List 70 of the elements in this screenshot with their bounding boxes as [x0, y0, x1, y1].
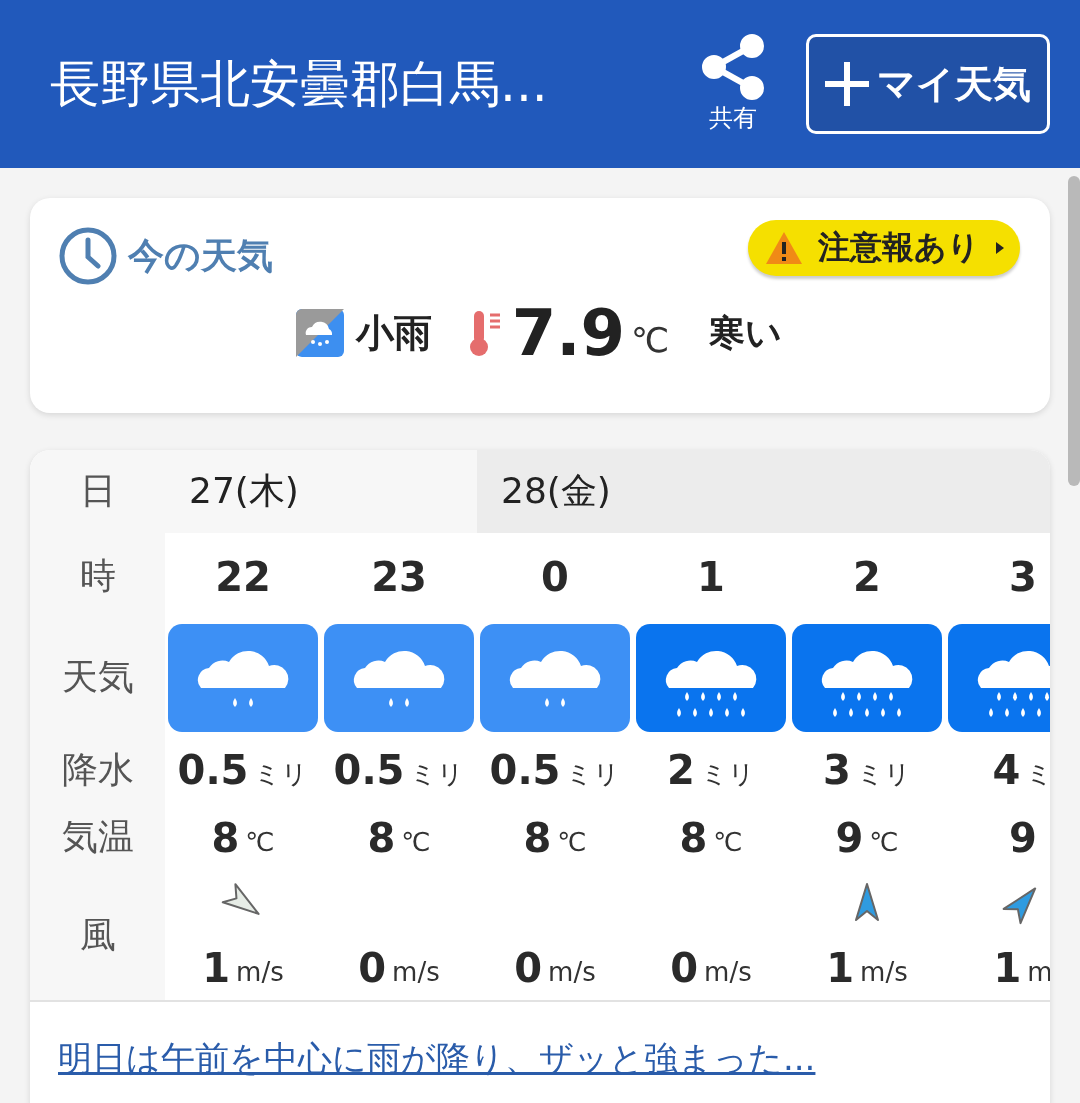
precipitation-unit: ミリ — [254, 757, 309, 791]
precipitation-unit: ミリ — [700, 757, 755, 791]
advisory-button[interactable]: 注意報あり — [748, 220, 1020, 276]
add-my-weather-button[interactable]: マイ天気 — [806, 34, 1050, 134]
rain-cloud-icon — [792, 623, 942, 732]
scrollbar[interactable] — [1068, 176, 1080, 486]
hour-label: 0 — [541, 553, 569, 600]
wind-speed-unit: m/s — [704, 956, 752, 987]
row-label: 風 — [79, 912, 116, 957]
feeling-text: 寒い — [709, 310, 783, 355]
clock-icon — [58, 226, 118, 286]
precipitation-unit: ミリ — [856, 757, 911, 791]
temperature-value: 9 — [835, 814, 864, 861]
wind-speed-value: 0 — [670, 944, 699, 991]
caret-icon — [994, 240, 1006, 256]
wind-speed-value: 0 — [358, 944, 387, 991]
hour-label: 22 — [215, 553, 271, 600]
rain-cloud-icon — [636, 623, 786, 732]
row-label: 降水 — [61, 747, 134, 792]
date-label: 27(木) — [189, 469, 299, 513]
precipitation-value: 0.5 — [333, 747, 405, 793]
date-label: 28(金) — [501, 469, 611, 513]
temperature-unit: ℃ — [713, 826, 743, 857]
temperature-value: 8 — [679, 814, 708, 861]
rain-cloud-icon — [168, 623, 318, 732]
temperature-value: 8 — [211, 814, 240, 861]
temperature-value: 8 — [523, 814, 552, 861]
row-label: 天気 — [61, 655, 134, 699]
temperature-unit: ℃ — [401, 826, 431, 857]
precipitation-value: 0.5 — [489, 747, 561, 793]
wind-speed-unit: m — [1027, 956, 1050, 987]
temperature-value: 7.9 — [511, 296, 626, 370]
wind-speed-value: 1 — [826, 944, 855, 991]
location-title: 長野県北安曇郡白馬... — [50, 53, 549, 115]
warning-icon — [764, 230, 804, 266]
wind-speed-unit: m/s — [236, 956, 284, 987]
temperature-unit: ℃ — [557, 826, 587, 857]
forecast-summary-link[interactable]: 明日は午前を中心に雨が降り、ザッと強まった... — [58, 1038, 816, 1078]
precipitation-value: 4 — [992, 747, 1021, 793]
precipitation-unit: ミ — [1026, 757, 1050, 791]
temperature-unit: ℃ — [631, 320, 670, 360]
precipitation-value: 3 — [823, 747, 851, 793]
precipitation-value: 2 — [667, 747, 695, 793]
wind-speed-unit: m/s — [392, 956, 440, 987]
precipitation-unit: ミリ — [566, 757, 621, 791]
row-label: 日 — [79, 469, 116, 513]
wind-speed-unit: m/s — [548, 956, 596, 987]
rain-cloud-icon — [480, 623, 630, 732]
temperature-unit: ℃ — [245, 826, 275, 857]
condition-text: 小雨 — [355, 309, 432, 357]
rain-cloud-icon — [324, 623, 474, 732]
row-label: 時 — [79, 554, 116, 598]
temperature-value: 8 — [367, 814, 396, 861]
current-weather-heading: 今の天気 — [128, 233, 273, 278]
hour-label: 3 — [1009, 553, 1037, 600]
hour-label: 23 — [371, 553, 427, 600]
wind-speed-value: 0 — [514, 944, 543, 991]
temperature-unit: ℃ — [869, 826, 899, 857]
light-rain-icon — [295, 309, 344, 357]
temperature-value: 9 — [1009, 814, 1037, 861]
thermometer-icon — [467, 309, 502, 357]
wind-speed-value: 1 — [202, 944, 231, 991]
share-button[interactable]: 共有 — [700, 34, 766, 134]
wind-speed-value: 1 — [993, 944, 1022, 991]
row-label: 気温 — [61, 815, 134, 859]
wind-speed-unit: m/s — [860, 956, 908, 987]
hour-label: 2 — [853, 553, 881, 600]
hour-label: 1 — [697, 553, 725, 600]
precipitation-unit: ミリ — [410, 757, 465, 791]
precipitation-value: 0.5 — [177, 747, 249, 793]
